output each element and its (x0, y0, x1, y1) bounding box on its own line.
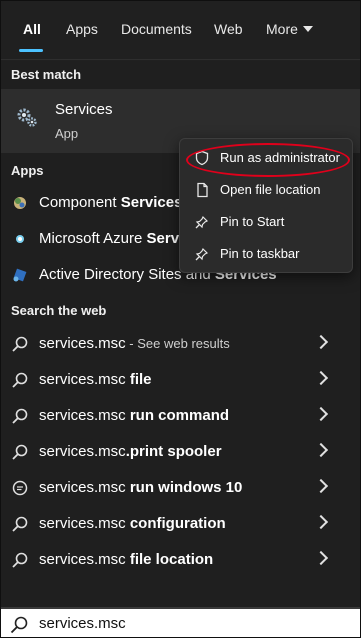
search-icon (12, 516, 28, 532)
chevron-right-icon (313, 550, 329, 566)
search-icon (12, 408, 28, 424)
web-result-label: services.msc run windows 10 (39, 479, 243, 496)
tab-apps[interactable]: Apps (66, 21, 98, 37)
pin-icon (195, 215, 209, 229)
app-label: Microsoft Azure Serv (39, 230, 180, 247)
tab-all[interactable]: All (23, 21, 41, 37)
chevron-right-icon (313, 334, 329, 350)
tab-more-label: More (266, 21, 298, 37)
web-result[interactable]: services.msc run command (1, 398, 360, 434)
menu-item-run-as-administrator[interactable]: Run as administrator (180, 142, 352, 174)
web-result[interactable]: services.msc.print spooler (1, 434, 360, 470)
chevron-right-icon (313, 514, 329, 530)
tab-more[interactable]: More (266, 21, 313, 37)
menu-item-label: Pin to Start (220, 214, 285, 229)
search-web-heading: Search the web (11, 303, 107, 318)
search-box[interactable]: services.msc (1, 607, 360, 637)
best-match-title: Services (55, 101, 113, 118)
web-result-label: services.msc run command (39, 407, 230, 424)
menu-item-open-file-location[interactable]: Open file location (180, 174, 352, 206)
web-result[interactable]: services.msc - See web results (1, 326, 360, 362)
azure-icon (16, 235, 24, 243)
search-icon (12, 336, 28, 352)
chevron-right-icon (313, 478, 329, 494)
active-directory-icon (13, 268, 27, 282)
chevron-right-icon (313, 442, 329, 458)
menu-item-label: Pin to taskbar (220, 246, 300, 261)
web-result-label: services.msc - See web results (39, 335, 230, 352)
chat-icon (12, 480, 28, 496)
file-icon (197, 182, 208, 198)
chevron-right-icon (313, 406, 329, 422)
menu-item-label: Run as administrator (220, 150, 340, 165)
menu-item-pin-to-start[interactable]: Pin to Start (180, 206, 352, 238)
web-result[interactable]: services.msc file location (1, 542, 360, 578)
filter-tabs: All Apps Documents Web More (1, 1, 360, 61)
web-result[interactable]: services.msc file (1, 362, 360, 398)
web-result-label: services.msc file (39, 371, 152, 388)
services-gear-icon (17, 108, 37, 127)
shield-icon (195, 150, 209, 166)
component-services-icon (14, 197, 26, 209)
web-result[interactable]: services.msc run windows 10 (1, 470, 360, 506)
search-icon (10, 616, 28, 634)
web-result[interactable]: services.msc configuration (1, 506, 360, 542)
tab-web[interactable]: Web (214, 21, 243, 37)
menu-item-label: Open file location (220, 182, 321, 197)
web-result-label: services.msc file location (39, 551, 214, 568)
apps-heading: Apps (11, 163, 44, 178)
best-match-heading: Best match (11, 67, 82, 82)
best-match-subtitle: App (55, 126, 79, 141)
app-label: Component Services (39, 194, 183, 211)
context-menu: Run as administrator Open file location … (179, 138, 353, 273)
search-icon (12, 372, 28, 388)
web-result-label: services.msc configuration (39, 515, 226, 532)
pin-icon (195, 247, 209, 261)
web-result-label: services.msc.print spooler (39, 443, 222, 460)
search-icon (12, 552, 28, 568)
active-tab-indicator (19, 49, 43, 52)
search-input[interactable]: services.msc (39, 615, 126, 632)
chevron-right-icon (313, 370, 329, 386)
divider (1, 59, 360, 60)
menu-item-pin-to-taskbar[interactable]: Pin to taskbar (180, 238, 352, 270)
start-search-panel: All Apps Documents Web More Best match S… (0, 0, 361, 638)
chevron-down-icon (302, 26, 313, 32)
search-icon (12, 444, 28, 460)
tab-documents[interactable]: Documents (121, 21, 192, 37)
